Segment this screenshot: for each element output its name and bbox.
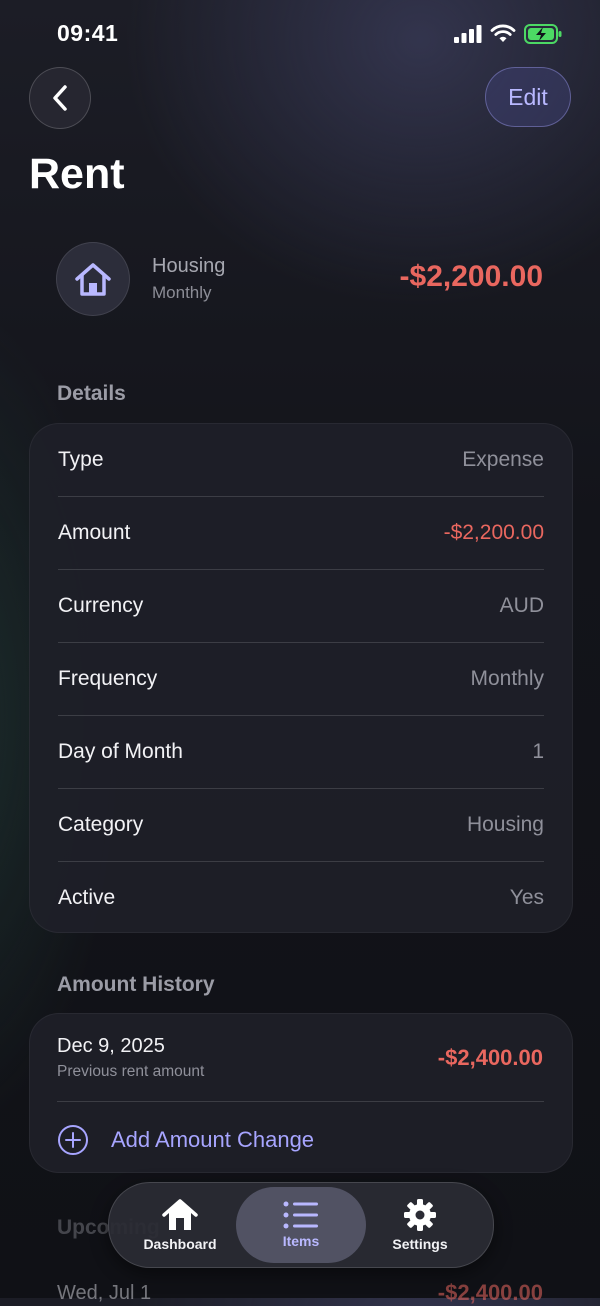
status-icons bbox=[454, 24, 562, 44]
details-section-title: Details bbox=[57, 382, 126, 405]
detail-row-amount[interactable]: Amount -$2,200.00 bbox=[58, 497, 544, 570]
tab-bar: Dashboard Items Settings bbox=[108, 1182, 494, 1268]
detail-value: AUD bbox=[499, 594, 544, 617]
detail-row-frequency[interactable]: Frequency Monthly bbox=[58, 643, 544, 716]
detail-value: Expense bbox=[462, 448, 544, 471]
battery-charging-icon bbox=[524, 24, 562, 44]
detail-label: Category bbox=[58, 813, 144, 836]
edit-button[interactable]: Edit bbox=[485, 67, 571, 127]
summary-category: Housing bbox=[152, 255, 226, 277]
detail-row-active[interactable]: Active Yes bbox=[58, 862, 544, 934]
house-icon bbox=[75, 263, 111, 296]
history-section-title: Amount History bbox=[57, 973, 215, 996]
wifi-icon bbox=[490, 24, 516, 42]
detail-value: Monthly bbox=[470, 667, 544, 690]
detail-value: Yes bbox=[509, 886, 544, 909]
detail-value: -$2,200.00 bbox=[443, 521, 544, 544]
summary-amount: -$2,200.00 bbox=[399, 260, 543, 293]
detail-label: Type bbox=[58, 448, 104, 471]
detail-label: Active bbox=[58, 886, 116, 909]
details-card: Type Expense Amount -$2,200.00 Currency … bbox=[29, 423, 573, 933]
tab-label: Dashboard bbox=[143, 1236, 217, 1252]
add-amount-change-button[interactable]: Add Amount Change bbox=[57, 1124, 314, 1156]
detail-row-type[interactable]: Type Expense bbox=[58, 424, 544, 497]
detail-row-category[interactable]: Category Housing bbox=[58, 789, 544, 862]
summary-frequency: Monthly bbox=[152, 283, 212, 302]
detail-value: Housing bbox=[466, 813, 544, 836]
detail-label: Currency bbox=[58, 594, 144, 617]
plus-circle-icon bbox=[58, 1125, 88, 1155]
status-time: 09:41 bbox=[57, 20, 119, 46]
upcoming-date: Wed, Jul 1 bbox=[57, 1282, 152, 1304]
back-button[interactable] bbox=[29, 67, 91, 129]
tab-label: Settings bbox=[392, 1236, 448, 1252]
detail-label: Amount bbox=[58, 521, 131, 544]
tab-settings[interactable]: Settings bbox=[355, 1187, 485, 1263]
category-avatar bbox=[56, 242, 130, 316]
history-divider bbox=[57, 1101, 544, 1102]
list-icon bbox=[283, 1201, 318, 1229]
upcoming-amount: -$2,400.00 bbox=[437, 1280, 543, 1305]
detail-row-day-of-month[interactable]: Day of Month 1 bbox=[58, 716, 544, 789]
house-icon bbox=[162, 1199, 198, 1230]
history-amount: -$2,400.00 bbox=[437, 1045, 543, 1070]
history-note: Previous rent amount bbox=[57, 1063, 205, 1080]
gear-icon bbox=[404, 1199, 436, 1231]
add-amount-change-label: Add Amount Change bbox=[111, 1127, 315, 1152]
detail-label: Day of Month bbox=[58, 740, 183, 763]
detail-label: Frequency bbox=[58, 667, 158, 690]
tab-dashboard[interactable]: Dashboard bbox=[115, 1187, 245, 1263]
detail-value: 1 bbox=[532, 740, 544, 763]
detail-row-currency[interactable]: Currency AUD bbox=[58, 570, 544, 643]
page-title: Rent bbox=[29, 150, 125, 198]
history-date: Dec 9, 2025 bbox=[57, 1035, 165, 1057]
cellular-signal-icon bbox=[454, 25, 482, 43]
tab-items[interactable]: Items bbox=[236, 1187, 366, 1263]
tab-label: Items bbox=[282, 1233, 320, 1249]
chevron-left-icon bbox=[53, 85, 67, 111]
